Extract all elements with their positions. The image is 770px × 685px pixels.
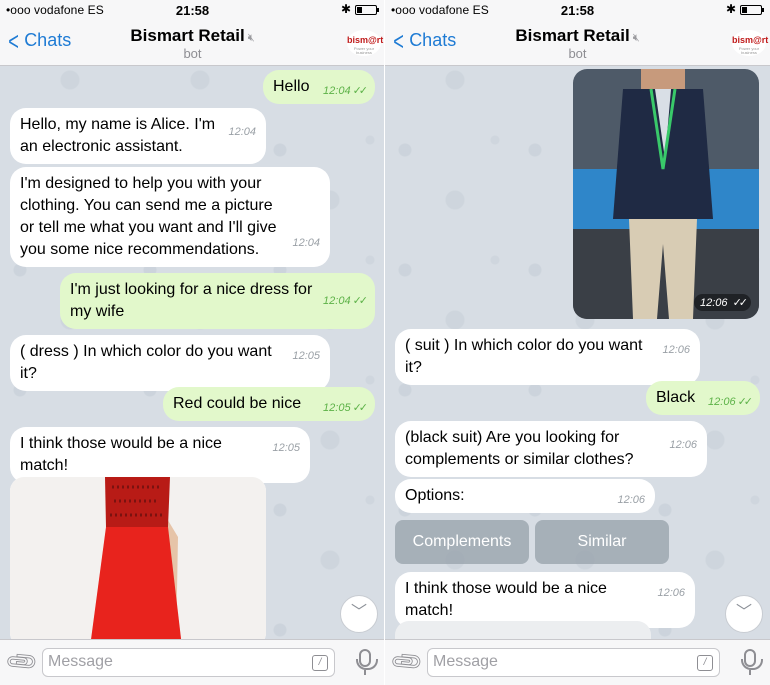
- scroll-down-button[interactable]: ﹀: [725, 595, 763, 633]
- message-meta: 12:06: [662, 344, 690, 356]
- avatar-logo-text: bism@rt: [732, 35, 769, 45]
- message-meta: 12:04 ✓✓: [323, 85, 369, 97]
- bot-avatar[interactable]: bism@rt Power your business: [347, 30, 384, 56]
- read-check-icon: ✓✓: [732, 297, 749, 309]
- chat-title-text: Bismart Retail: [130, 26, 245, 45]
- chat-subtitle: bot: [568, 46, 587, 61]
- chat-title[interactable]: Bismart Retail 🔇︎: [0, 26, 385, 46]
- message-text: I'm designed to help you with your cloth…: [20, 175, 277, 258]
- clock: 21:58: [175, 3, 210, 18]
- microphone-icon[interactable]: [741, 649, 763, 675]
- message-outgoing[interactable]: 12:06 ✓✓ Black: [646, 381, 760, 415]
- battery-icon: [740, 5, 764, 15]
- attach-icon[interactable]: 📎︎: [388, 643, 426, 681]
- product-photo-dress[interactable]: [10, 477, 266, 647]
- message-meta: 12:06: [657, 587, 685, 599]
- avatar-logo-tagline: Power your business: [738, 46, 760, 55]
- read-check-icon: ✓✓: [352, 402, 369, 414]
- black-suit-image: [573, 69, 759, 319]
- message-incoming[interactable]: 12:06 I think those would be a nice matc…: [395, 572, 695, 628]
- message-input[interactable]: [433, 653, 673, 671]
- message-outgoing[interactable]: 12:04 ✓✓ I'm just looking for a nice dres…: [60, 273, 375, 329]
- read-check-icon: ✓✓: [737, 396, 754, 408]
- message-field-wrap: /: [42, 648, 335, 677]
- chevron-down-icon: ﹀: [735, 604, 752, 621]
- read-check-icon: ✓✓: [352, 85, 369, 97]
- message-input[interactable]: [48, 653, 288, 671]
- message-incoming[interactable]: 12:04 I'm designed to help you with your…: [10, 167, 330, 267]
- message-list[interactable]: 12:06 ✓✓ 12:06 ( suit ) In which color d…: [385, 67, 770, 661]
- composer: 📎︎ /: [385, 639, 770, 685]
- microphone-icon[interactable]: [356, 649, 378, 675]
- clock: 21:58: [560, 3, 595, 18]
- chat-title[interactable]: Bismart Retail 🔇︎: [385, 26, 770, 46]
- photo-timestamp: 12:06 ✓✓: [693, 294, 751, 311]
- message-meta: 12:05: [272, 442, 300, 454]
- message-text: ( suit ) In which color do you want it?: [405, 337, 643, 376]
- mute-icon: 🔇︎: [247, 32, 255, 44]
- message-text: I think those would be a nice match!: [405, 580, 607, 619]
- message-meta: 12:06 ✓✓: [708, 396, 754, 408]
- message-incoming[interactable]: 12:05 ( dress ) In which color do you wa…: [10, 335, 330, 391]
- message-text: Options:: [405, 487, 465, 504]
- message-meta: 12:05 ✓✓: [323, 402, 369, 414]
- status-bar: •ooo vodafone ES 21:58 ✱: [0, 0, 385, 20]
- message-meta: 12:04: [292, 237, 320, 249]
- message-meta: 12:04 ✓✓: [323, 295, 369, 307]
- composer: 📎︎ /: [0, 639, 385, 685]
- avatar-logo-text: bism@rt: [347, 35, 384, 45]
- status-bar: •ooo vodafone ES 21:58 ✱: [385, 0, 770, 20]
- right-screen: •ooo vodafone ES 21:58 ✱ < Chats Bismart…: [385, 0, 770, 685]
- message-field-wrap: /: [427, 648, 720, 677]
- bot-commands-icon[interactable]: /: [697, 655, 713, 671]
- message-incoming[interactable]: 12:06 Options:: [395, 479, 655, 513]
- nav-bar: < Chats Bismart Retail 🔇︎ bot bism@rt Pow…: [0, 20, 385, 66]
- message-text: I think those would be a nice match!: [20, 435, 222, 474]
- message-text: (black suit) Are you looking for complem…: [405, 429, 634, 468]
- left-screen: •ooo vodafone ES 21:58 ✱ < Chats Bismart…: [0, 0, 385, 685]
- chevron-down-icon: ﹀: [350, 604, 367, 621]
- bot-commands-icon[interactable]: /: [312, 655, 328, 671]
- message-incoming[interactable]: 12:05 I think those would be a nice matc…: [10, 427, 310, 483]
- red-dress-image: [10, 477, 266, 647]
- product-photo-suit[interactable]: 12:06 ✓✓: [573, 69, 759, 319]
- screenshot-divider: [384, 0, 385, 685]
- message-incoming[interactable]: 12:06 ( suit ) In which color do you wan…: [395, 329, 700, 385]
- message-outgoing[interactable]: 12:05 ✓✓ Red could be nice: [163, 387, 375, 421]
- avatar-logo-tagline: Power your business: [353, 46, 375, 55]
- message-incoming[interactable]: 12:06 (black suit) Are you looking for c…: [395, 421, 707, 477]
- bluetooth-icon: ✱: [725, 2, 736, 16]
- message-text: Hello: [273, 78, 310, 95]
- message-meta: 12:06: [617, 494, 645, 506]
- complements-button[interactable]: Complements: [395, 520, 529, 564]
- bot-avatar[interactable]: bism@rt Power your business: [732, 30, 769, 56]
- message-text: ( dress ) In which color do you want it?: [20, 343, 272, 382]
- chat-subtitle: bot: [183, 46, 202, 61]
- battery-icon: [355, 5, 379, 15]
- message-meta: 12:04: [228, 126, 256, 138]
- message-outgoing[interactable]: 12:04 ✓✓ Hello: [263, 70, 375, 104]
- message-text: I'm just looking for a nice dress for my…: [70, 281, 313, 320]
- similar-button[interactable]: Similar: [535, 520, 669, 564]
- message-meta: 12:05: [292, 350, 320, 362]
- message-incoming[interactable]: 12:04 Hello, my name is Alice. I'm an el…: [10, 108, 266, 164]
- scroll-down-button[interactable]: ﹀: [340, 595, 378, 633]
- message-text: Hello, my name is Alice. I'm an electron…: [20, 116, 216, 155]
- nav-bar: < Chats Bismart Retail 🔇︎ bot bism@rt Pow…: [385, 20, 770, 66]
- attach-icon[interactable]: 📎︎: [3, 643, 41, 681]
- chat-title-text: Bismart Retail: [515, 26, 630, 45]
- mute-icon: 🔇︎: [632, 32, 640, 44]
- bluetooth-icon: ✱: [340, 2, 351, 16]
- read-check-icon: ✓✓: [352, 295, 369, 307]
- message-list[interactable]: 12:04 ✓✓ Hello 12:04 Hello, my name is Al…: [0, 67, 385, 647]
- message-meta: 12:06: [669, 439, 697, 451]
- message-text: Black: [656, 389, 696, 406]
- message-text: Red could be nice: [173, 395, 302, 412]
